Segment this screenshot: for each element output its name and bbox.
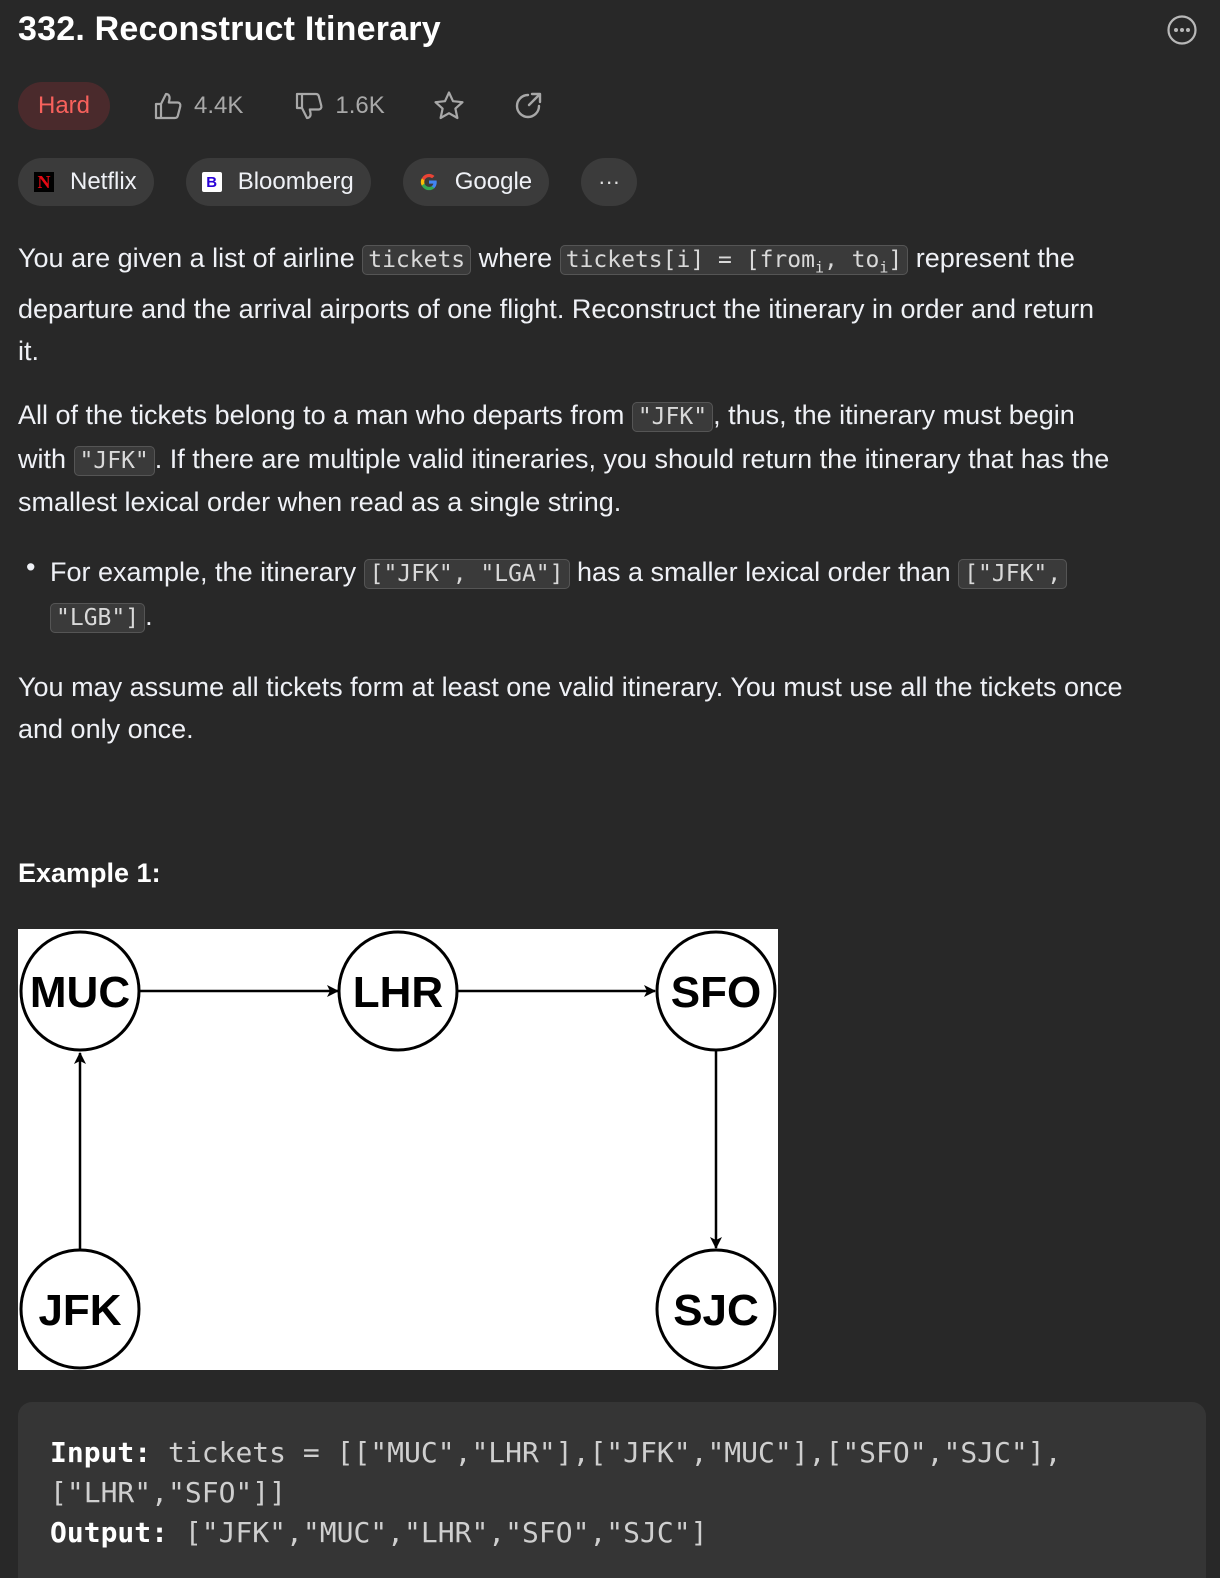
star-icon	[434, 91, 464, 120]
description-line: You are given a list of airline tickets …	[18, 238, 1208, 289]
problem-title: 332. Reconstruct Itinerary	[18, 10, 441, 48]
inline-code: "JFK"	[631, 402, 714, 432]
node-label: JFK	[38, 1286, 121, 1335]
bullet-item: For example, the itinerary ["JFK", "LGA"…	[50, 552, 1200, 639]
description-line: "LGB"].	[50, 596, 1200, 640]
description-line: smallest lexical order when read as a si…	[18, 487, 622, 517]
node-label: LHR	[353, 968, 443, 1017]
netflix-logo-icon: N	[34, 172, 54, 192]
text: has a smaller lexical order than	[569, 557, 959, 587]
bullet-marker: •	[26, 552, 36, 582]
inline-code: tickets	[362, 245, 472, 275]
text: with	[18, 443, 74, 474]
subscript: i	[814, 258, 824, 277]
input-label: Input:	[50, 1436, 152, 1469]
inline-code: ["JFK",	[958, 559, 1068, 589]
node-sjc: SJC	[655, 1248, 777, 1370]
like-count: 4.4K	[194, 92, 244, 119]
inline-code: ["JFK", "LGA"]	[363, 559, 570, 589]
description-line: with "JFK". If there are multiple valid …	[18, 439, 1208, 483]
example-output-line: Output: ["JFK","MUC","LHR","SFO","SJC"]	[50, 1516, 707, 1549]
company-name: Netflix	[70, 168, 137, 195]
company-name: Bloomberg	[237, 168, 354, 195]
difficulty-badge: Hard	[18, 82, 111, 130]
text: You are given a list of airline	[18, 243, 363, 273]
description-line: and only once.	[18, 713, 194, 744]
thumbs-down-icon	[296, 92, 323, 120]
node-lhr: LHR	[337, 930, 459, 1052]
problem-meta-row: Hard 4.4K 1.6K	[18, 82, 544, 130]
description-line: You may assume all tickets form at least…	[18, 672, 1123, 702]
code-text: , to	[823, 247, 880, 273]
inline-code: tickets[i] = [fromi, toi]	[559, 245, 909, 277]
description-line: For example, the itinerary ["JFK", "LGA"…	[50, 552, 1200, 596]
example-heading: Example 1:	[18, 858, 161, 888]
description-line: departure and the arrival airports of on…	[18, 294, 1095, 325]
company-tag-netflix[interactable]: N Netflix	[18, 158, 154, 206]
description-paragraph-3: You may assume all tickets form at least…	[18, 667, 1208, 750]
description-paragraph-2: All of the tickets belong to a man who d…	[18, 395, 1208, 524]
text: where	[471, 243, 560, 273]
ellipsis-icon: ···	[598, 169, 621, 194]
dislike-button[interactable]: 1.6K	[293, 90, 385, 122]
favorite-button[interactable]	[432, 89, 466, 123]
more-options-button[interactable]	[1166, 14, 1198, 46]
example-input-line-2: ["LHR","SFO"]]	[50, 1476, 287, 1509]
output-label: Output:	[50, 1516, 169, 1549]
share-icon	[515, 92, 541, 119]
node-jfk: JFK	[19, 1248, 141, 1370]
output-value: ["JFK","MUC","LHR","SFO","SJC"]	[184, 1516, 708, 1549]
node-sfo: SFO	[655, 930, 777, 1052]
text: All of the tickets belong to a man who d…	[18, 400, 632, 430]
more-options-icon	[1167, 15, 1197, 45]
company-tags: N Netflix B Bloomberg Google ···	[18, 158, 638, 206]
node-label: SJC	[673, 1286, 759, 1335]
code-text: tickets[i] = [from	[565, 247, 815, 273]
text: .	[145, 600, 153, 631]
example-io-block: Input: tickets = [["MUC","LHR"],["JFK","…	[18, 1402, 1206, 1578]
netflix-logo-letter: N	[37, 171, 51, 192]
thumbs-up-icon	[154, 92, 182, 120]
google-logo-icon	[419, 172, 439, 192]
inline-code: "JFK"	[73, 445, 155, 476]
input-value: tickets = [["MUC","LHR"],["JFK","MUC"],[…	[168, 1436, 1062, 1469]
company-name: Google	[454, 168, 533, 195]
text: For example, the itinerary	[50, 557, 364, 587]
text: , thus, the itinerary must begin	[713, 400, 1075, 430]
text: . If there are multiple valid itinerarie…	[154, 443, 1110, 474]
dislike-count: 1.6K	[335, 92, 385, 119]
example-input-line: Input: tickets = [["MUC","LHR"],["JFK","…	[50, 1436, 1061, 1469]
bloomberg-logo-letter: B	[206, 173, 218, 191]
itinerary-diagram: MUC LHR SFO JFK SJC	[18, 929, 778, 1370]
text: represent the	[908, 243, 1075, 273]
share-button[interactable]	[512, 90, 544, 122]
company-tag-google[interactable]: Google	[402, 158, 550, 206]
itinerary-graph: MUC LHR SFO JFK SJC	[19, 930, 777, 1370]
node-label: MUC	[30, 968, 130, 1017]
description-line: it.	[18, 335, 40, 366]
node-muc: MUC	[19, 930, 141, 1052]
description-paragraph-1: You are given a list of airline tickets …	[18, 238, 1208, 372]
like-button[interactable]: 4.4K	[152, 90, 243, 122]
inline-code: "LGB"]	[50, 602, 146, 633]
more-companies-button[interactable]: ···	[581, 158, 638, 206]
company-tag-bloomberg[interactable]: B Bloomberg	[185, 158, 371, 206]
description-line: All of the tickets belong to a man who d…	[18, 395, 1208, 439]
bloomberg-logo-icon: B	[201, 172, 222, 192]
node-label: SFO	[671, 968, 761, 1017]
code-text: ]	[888, 247, 903, 273]
